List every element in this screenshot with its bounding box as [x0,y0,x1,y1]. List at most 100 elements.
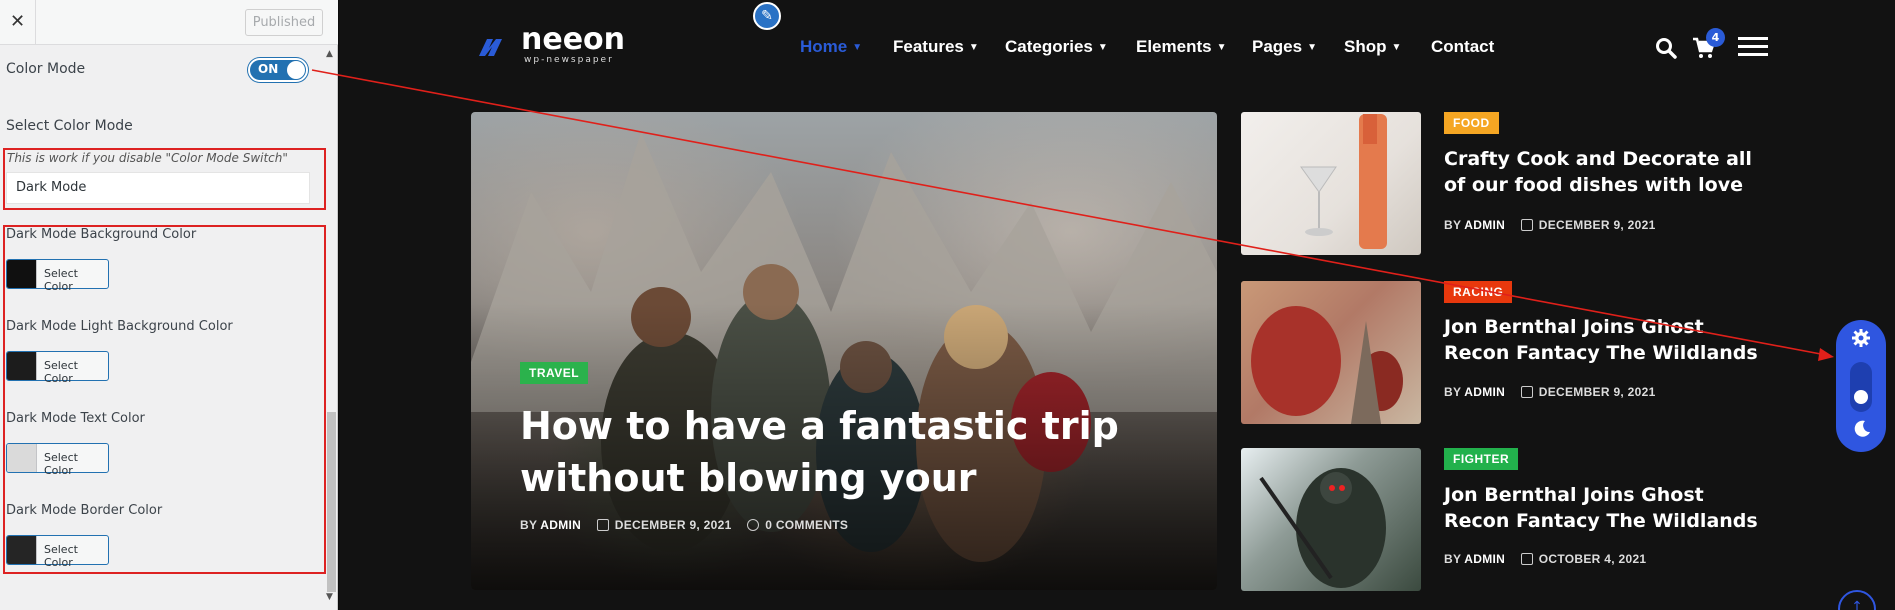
post-thumbnail-fighter[interactable] [1241,448,1421,591]
nav-pages[interactable]: Pages ▼ [1252,37,1317,57]
arrow-up-icon: ↑ [1851,599,1863,610]
select-color-mode-label: Select Color Mode [6,118,133,134]
calendar-icon [1520,386,1533,398]
gear-icon[interactable] [1852,329,1870,347]
hero-date: DECEMBER 9, 2021 [614,518,732,532]
nav-categories-label: Categories [1005,37,1093,56]
select-color-label: Select Color [44,451,78,477]
hero-meta: BY ADMIN DECEMBER 9, 2021 0 COMMENTS [520,518,848,532]
scroll-up-arrow-icon[interactable]: ▲ [326,49,333,59]
select-color-label: Select Color [44,267,78,293]
post-by-label: BY [1444,218,1462,232]
close-button[interactable]: ✕ [0,0,36,45]
logo-text[interactable]: neeon [521,22,625,57]
color-mode-label: Color Mode [6,61,86,77]
cart-count-badge: 4 [1706,28,1725,47]
post-author[interactable]: ADMIN [1464,218,1505,232]
light-bg-color-picker-button[interactable]: Select Color [6,351,109,385]
post-title[interactable]: Jon Bernthal Joins Ghost Recon Fantacy T… [1444,482,1774,534]
hero-category-badge[interactable]: TRAVEL [520,362,589,384]
published-button[interactable]: Published [245,9,323,36]
hero-title[interactable]: How to have a fantastic trip without blo… [520,400,1160,504]
dark-mode-floating-switch[interactable] [1836,320,1886,452]
hamburger-icon[interactable] [1738,37,1768,57]
hero-by-label: BY [520,518,538,532]
toggle-state-label: ON [258,62,279,76]
nav-features-label: Features [893,37,964,56]
color-mode-hint: This is work if you disable "Color Mode … [7,151,288,165]
dark-mode-toggle-track[interactable] [1850,362,1872,412]
post-title[interactable]: Crafty Cook and Decorate all of our food… [1444,146,1774,198]
post-category-badge[interactable]: FIGHTER [1444,448,1519,470]
chevron-down-icon: ▼ [1097,42,1108,53]
toggle-knob [287,61,305,79]
nav-pages-label: Pages [1252,37,1303,56]
nav-contact-label: Contact [1431,37,1495,56]
nav-shop-label: Shop [1344,37,1387,56]
nav-contact[interactable]: Contact [1431,37,1494,57]
post-thumbnail-food[interactable] [1241,112,1421,255]
chevron-down-icon: ▼ [1391,42,1402,53]
food-image [1300,114,1387,249]
post-thumbnail-racing[interactable] [1241,281,1421,424]
nav-home[interactable]: Home ▼ [800,37,862,57]
fighter-image [1259,468,1386,588]
post-title[interactable]: Jon Bernthal Joins Ghost Recon Fantacy T… [1444,314,1774,366]
hero-comments[interactable]: 0 COMMENTS [765,518,848,532]
logo-tagline: wp-newspaper [524,55,614,65]
pencil-icon[interactable]: ✎ [753,2,781,30]
light-bg-color-swatch [7,352,37,380]
post-by-label: BY [1444,552,1462,566]
post-author[interactable]: ADMIN [1464,552,1505,566]
color-mode-toggle[interactable]: ON [248,58,308,82]
moon-icon[interactable] [1853,420,1871,438]
search-icon[interactable] [1655,37,1677,59]
select-color-label: Select Color [44,543,78,569]
border-color-swatch [7,536,37,564]
nav-home-label: Home [800,37,848,56]
customizer-header: ✕ Published [0,0,338,45]
post-date: DECEMBER 9, 2021 [1538,385,1656,399]
logo-icon [479,39,502,56]
border-color-label: Dark Mode Border Color [6,503,163,518]
calendar-icon [1520,553,1533,565]
bg-color-swatch [7,260,37,288]
hero-post[interactable]: TRAVEL How to have a fantastic trip with… [471,112,1217,590]
post-meta: BY ADMIN OCTOBER 4, 2021 [1444,552,1646,566]
border-color-picker-button[interactable]: Select Color [6,535,109,569]
dark-mode-toggle-knob[interactable] [1854,390,1868,404]
chevron-down-icon: ▼ [1216,42,1227,53]
nav-categories[interactable]: Categories ▼ [1005,37,1108,57]
nav-features[interactable]: Features ▼ [893,37,979,57]
hero-author[interactable]: ADMIN [540,518,581,532]
close-icon: ✕ [9,11,26,32]
post-by-label: BY [1444,385,1462,399]
post-category-badge[interactable]: FOOD [1444,112,1499,134]
bg-color-picker-button[interactable]: Select Color [6,259,109,293]
calendar-icon [596,519,609,531]
chevron-down-icon: ▼ [968,42,979,53]
chevron-down-icon: ▼ [852,42,863,53]
racing-image [1241,281,1421,424]
post-meta: BY ADMIN DECEMBER 9, 2021 [1444,218,1656,232]
scroll-down-arrow-icon[interactable]: ▼ [326,592,333,602]
nav-elements-label: Elements [1136,37,1212,56]
nav-elements[interactable]: Elements ▼ [1136,37,1227,57]
customizer-panel: ✕ Published Color Mode ON Select Color M… [0,0,338,610]
text-color-label: Dark Mode Text Color [6,411,145,426]
post-author[interactable]: ADMIN [1464,385,1505,399]
calendar-icon [1520,219,1533,231]
color-mode-select[interactable]: Dark Mode [6,172,310,204]
post-date: OCTOBER 4, 2021 [1538,552,1647,566]
comment-icon [747,519,760,531]
post-category-badge[interactable]: RACING [1444,281,1513,303]
panel-scrollbar-thumb[interactable] [327,412,336,592]
text-color-picker-button[interactable]: Select Color [6,443,109,477]
light-bg-color-label: Dark Mode Light Background Color [6,319,233,334]
post-meta: BY ADMIN DECEMBER 9, 2021 [1444,385,1656,399]
chevron-down-icon: ▼ [1307,42,1317,53]
text-color-swatch [7,444,37,472]
post-date: DECEMBER 9, 2021 [1538,218,1656,232]
nav-shop[interactable]: Shop ▼ [1344,37,1401,57]
bg-color-label: Dark Mode Background Color [6,227,197,242]
